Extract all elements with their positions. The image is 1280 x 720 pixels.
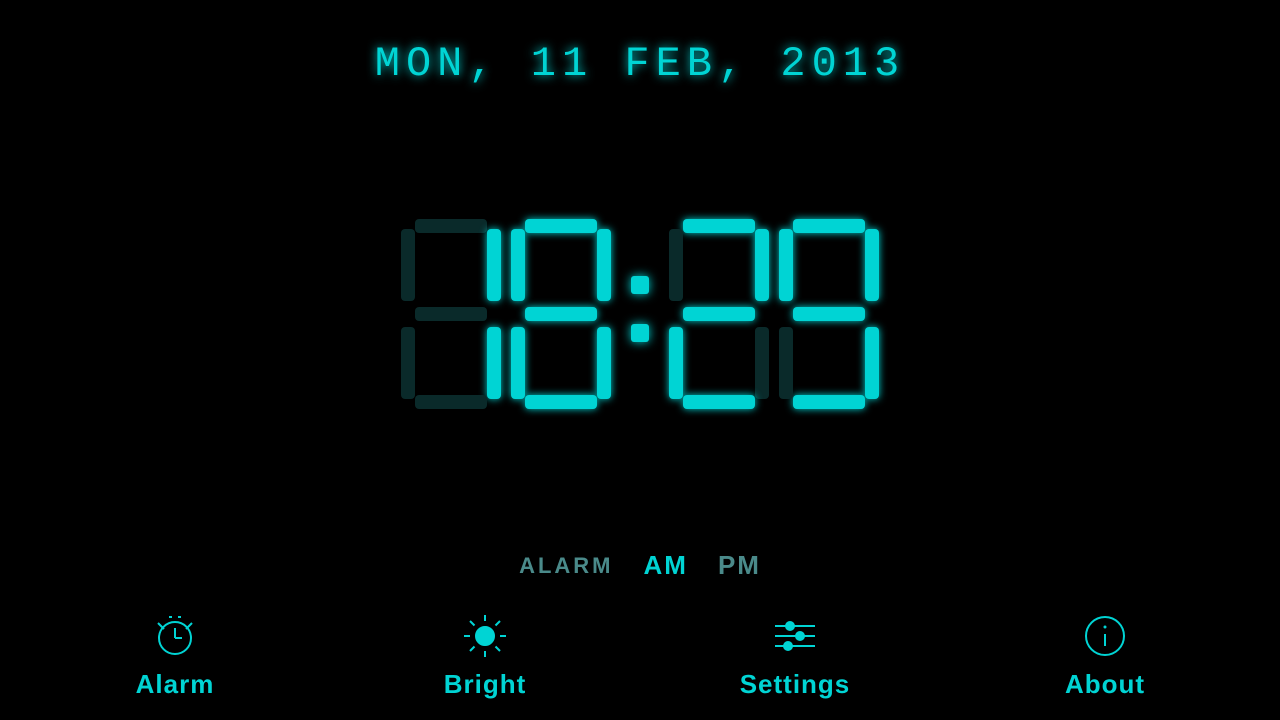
- nav-item-about[interactable]: About: [1015, 611, 1195, 700]
- about-label: About: [1065, 669, 1145, 700]
- nav-item-alarm[interactable]: Alarm: [85, 611, 265, 700]
- digit-2: [511, 219, 611, 409]
- bright-icon: [460, 611, 510, 661]
- alarm-indicator: ALARM: [519, 553, 613, 579]
- clock-display: [401, 219, 879, 409]
- digit-3: [669, 219, 769, 409]
- settings-icon: [770, 611, 820, 661]
- alarm-label: Alarm: [136, 669, 215, 700]
- pm-indicator[interactable]: PM: [718, 550, 761, 581]
- digit-1: [401, 219, 501, 409]
- indicators: ALARM AM PM: [519, 550, 761, 581]
- settings-label: Settings: [740, 669, 851, 700]
- colon-separator: [621, 276, 659, 342]
- clock-area: [401, 68, 879, 560]
- app-container: MON, 11 FEB, 2013: [0, 0, 1280, 720]
- am-indicator[interactable]: AM: [644, 550, 688, 581]
- bright-label: Bright: [444, 669, 527, 700]
- bottom-nav: Alarm Bright: [0, 601, 1280, 720]
- alarm-icon: [150, 611, 200, 661]
- digit-4: [779, 219, 879, 409]
- nav-item-settings[interactable]: Settings: [705, 611, 885, 700]
- about-icon: [1080, 611, 1130, 661]
- nav-item-bright[interactable]: Bright: [395, 611, 575, 700]
